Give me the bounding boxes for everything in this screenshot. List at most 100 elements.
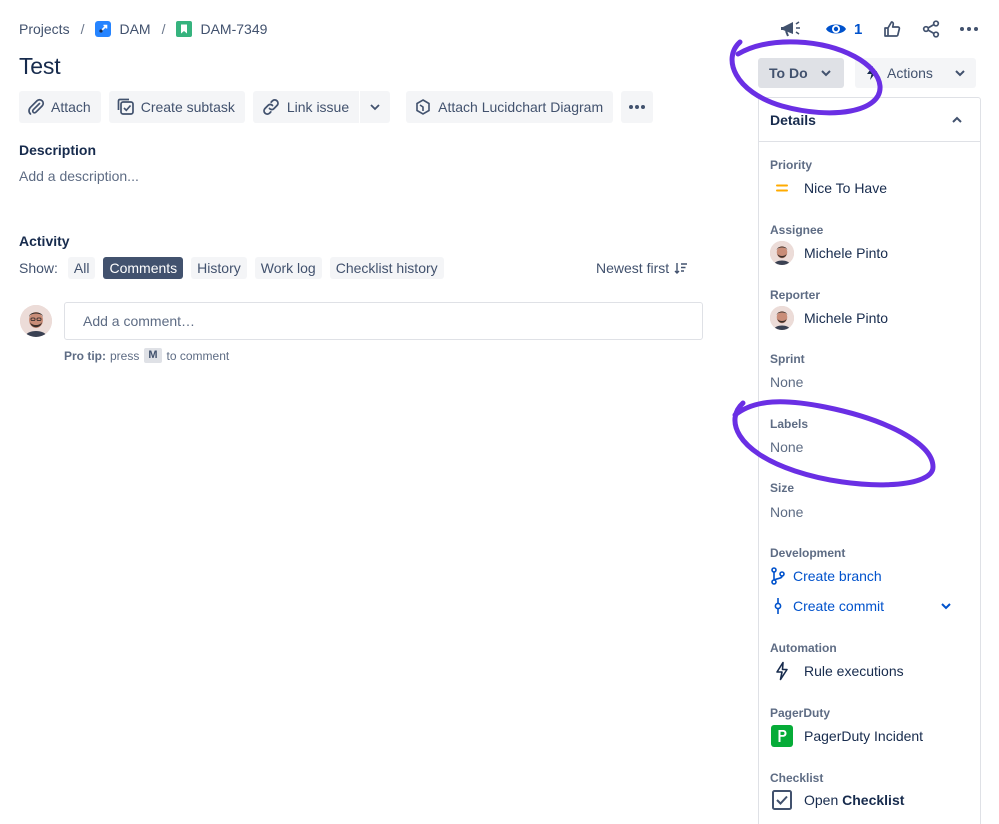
breadcrumb-separator: /: [80, 21, 85, 37]
pro-tip-label: Pro tip:: [64, 348, 106, 363]
reporter-avatar: [770, 306, 794, 330]
chevron-down-icon[interactable]: [940, 594, 952, 618]
development-label: Development: [770, 546, 846, 560]
toolbar-more-button[interactable]: [621, 91, 654, 123]
sprint-label: Sprint: [770, 352, 805, 366]
pro-tip: Pro tip: press M to comment: [64, 348, 229, 363]
assignee-field[interactable]: Michele Pinto: [770, 241, 888, 265]
pagerduty-icon: [770, 724, 794, 748]
branch-icon: [770, 564, 786, 588]
link-issue-button[interactable]: Link issue: [252, 91, 360, 123]
watch-button[interactable]: 1: [825, 17, 862, 41]
thumbs-up-icon[interactable]: [883, 17, 901, 41]
rule-executions-label: Rule executions: [804, 663, 904, 679]
more-icon: [628, 104, 646, 110]
assignee-value: Michele Pinto: [804, 245, 889, 261]
story-icon: [176, 21, 193, 37]
sort-order-button[interactable]: Newest first: [596, 257, 688, 279]
reporter-value: Michele Pinto: [804, 310, 889, 326]
chevron-up-icon[interactable]: [951, 116, 963, 124]
filter-comments[interactable]: Comments: [103, 257, 184, 279]
commit-icon: [770, 594, 786, 618]
create-subtask-button[interactable]: Create subtask: [108, 91, 245, 123]
description-heading: Description: [19, 142, 97, 158]
description-field[interactable]: Add a description...: [19, 168, 139, 184]
priority-medium-icon: [770, 176, 794, 200]
filter-work-log[interactable]: Work log: [254, 257, 322, 279]
assignee-label: Assignee: [770, 223, 824, 237]
chevron-down-icon: [954, 69, 966, 77]
feedback-megaphone-icon[interactable]: [777, 17, 805, 41]
open-checklist-bold: Checklist: [842, 792, 905, 808]
reporter-field[interactable]: Michele Pinto: [770, 306, 888, 330]
lightning-icon: [770, 659, 794, 683]
issue-header-actions: 1: [777, 17, 979, 41]
attach-button[interactable]: Attach: [19, 91, 101, 123]
shortcut-key: M: [144, 348, 162, 363]
activity-heading: Activity: [19, 233, 70, 249]
page-title[interactable]: Test: [19, 53, 61, 80]
link-issue-dropdown[interactable]: [360, 91, 391, 123]
sort-label: Newest first: [596, 260, 670, 276]
attach-lucidchart-button[interactable]: Attach Lucidchart Diagram: [406, 91, 614, 123]
link-issue-label: Link issue: [286, 99, 350, 115]
checklist-label: Checklist: [770, 771, 824, 785]
attach-label: Attach: [51, 99, 91, 115]
pro-tip-press: press: [110, 348, 140, 363]
current-user-avatar: [20, 305, 52, 337]
priority-field[interactable]: Nice To Have: [770, 176, 887, 200]
pagerduty-incident-label: PagerDuty Incident: [804, 728, 924, 744]
create-subtask-label: Create subtask: [140, 99, 235, 115]
lightning-icon: [865, 65, 879, 81]
labels-label: Labels: [770, 417, 809, 431]
pagerduty-incident-link[interactable]: PagerDuty Incident: [770, 724, 923, 748]
activity-filter: Show: All Comments History Work log Chec…: [19, 257, 452, 279]
create-commit-label: Create commit: [793, 598, 885, 614]
chevron-down-icon: [369, 103, 381, 111]
breadcrumb-project[interactable]: DAM: [95, 21, 151, 37]
reporter-label: Reporter: [770, 288, 821, 302]
pagerduty-label: PagerDuty: [770, 706, 831, 720]
rocket-icon: [95, 21, 112, 37]
breadcrumb-projects[interactable]: Projects: [19, 21, 70, 37]
sprint-value[interactable]: None: [770, 374, 803, 390]
open-checklist-prefix: Open: [804, 792, 839, 808]
breadcrumb-project-label: DAM: [119, 21, 151, 37]
automation-label: Automation: [770, 641, 837, 655]
details-header[interactable]: Details: [759, 98, 980, 142]
priority-label: Priority: [770, 158, 813, 172]
status-transition-button[interactable]: To Do: [758, 58, 844, 88]
create-commit-link[interactable]: Create commit: [770, 594, 970, 618]
size-value[interactable]: None: [770, 504, 803, 520]
show-label: Show:: [19, 260, 58, 276]
sort-descending-icon: [674, 262, 688, 274]
checkbox-checked-icon: [770, 788, 794, 812]
attach-lucidchart-label: Attach Lucidchart Diagram: [438, 99, 604, 115]
watch-count: 1: [854, 20, 863, 38]
comment-input[interactable]: Add a comment…: [64, 302, 703, 340]
breadcrumb-issue[interactable]: DAM-7349: [176, 21, 267, 37]
actions-label: Actions: [887, 65, 933, 81]
breadcrumb-issue-label: DAM-7349: [200, 21, 268, 37]
breadcrumb-separator: /: [161, 21, 166, 37]
lucidchart-icon: [414, 98, 432, 116]
priority-value: Nice To Have: [804, 180, 888, 196]
size-label: Size: [770, 481, 795, 495]
more-icon[interactable]: [959, 17, 979, 41]
filter-checklist-history[interactable]: Checklist history: [329, 257, 444, 279]
pro-tip-suffix: to comment: [166, 348, 230, 363]
rule-executions-link[interactable]: Rule executions: [770, 659, 904, 683]
subtask-icon: [117, 98, 135, 116]
labels-value[interactable]: None: [770, 439, 803, 455]
filter-history[interactable]: History: [191, 257, 247, 279]
eye-icon: [825, 21, 847, 37]
filter-all[interactable]: All: [67, 257, 96, 279]
issue-toolbar: Attach Create subtask Link issue Attach …: [19, 91, 661, 123]
create-branch-link[interactable]: Create branch: [770, 564, 882, 588]
share-icon[interactable]: [922, 17, 940, 41]
breadcrumb: Projects / DAM / DAM-7349: [19, 19, 267, 39]
open-checklist-link[interactable]: Open Checklist: [770, 788, 904, 812]
status-label: To Do: [769, 65, 808, 81]
link-icon: [261, 98, 281, 116]
actions-button[interactable]: Actions: [855, 58, 976, 88]
